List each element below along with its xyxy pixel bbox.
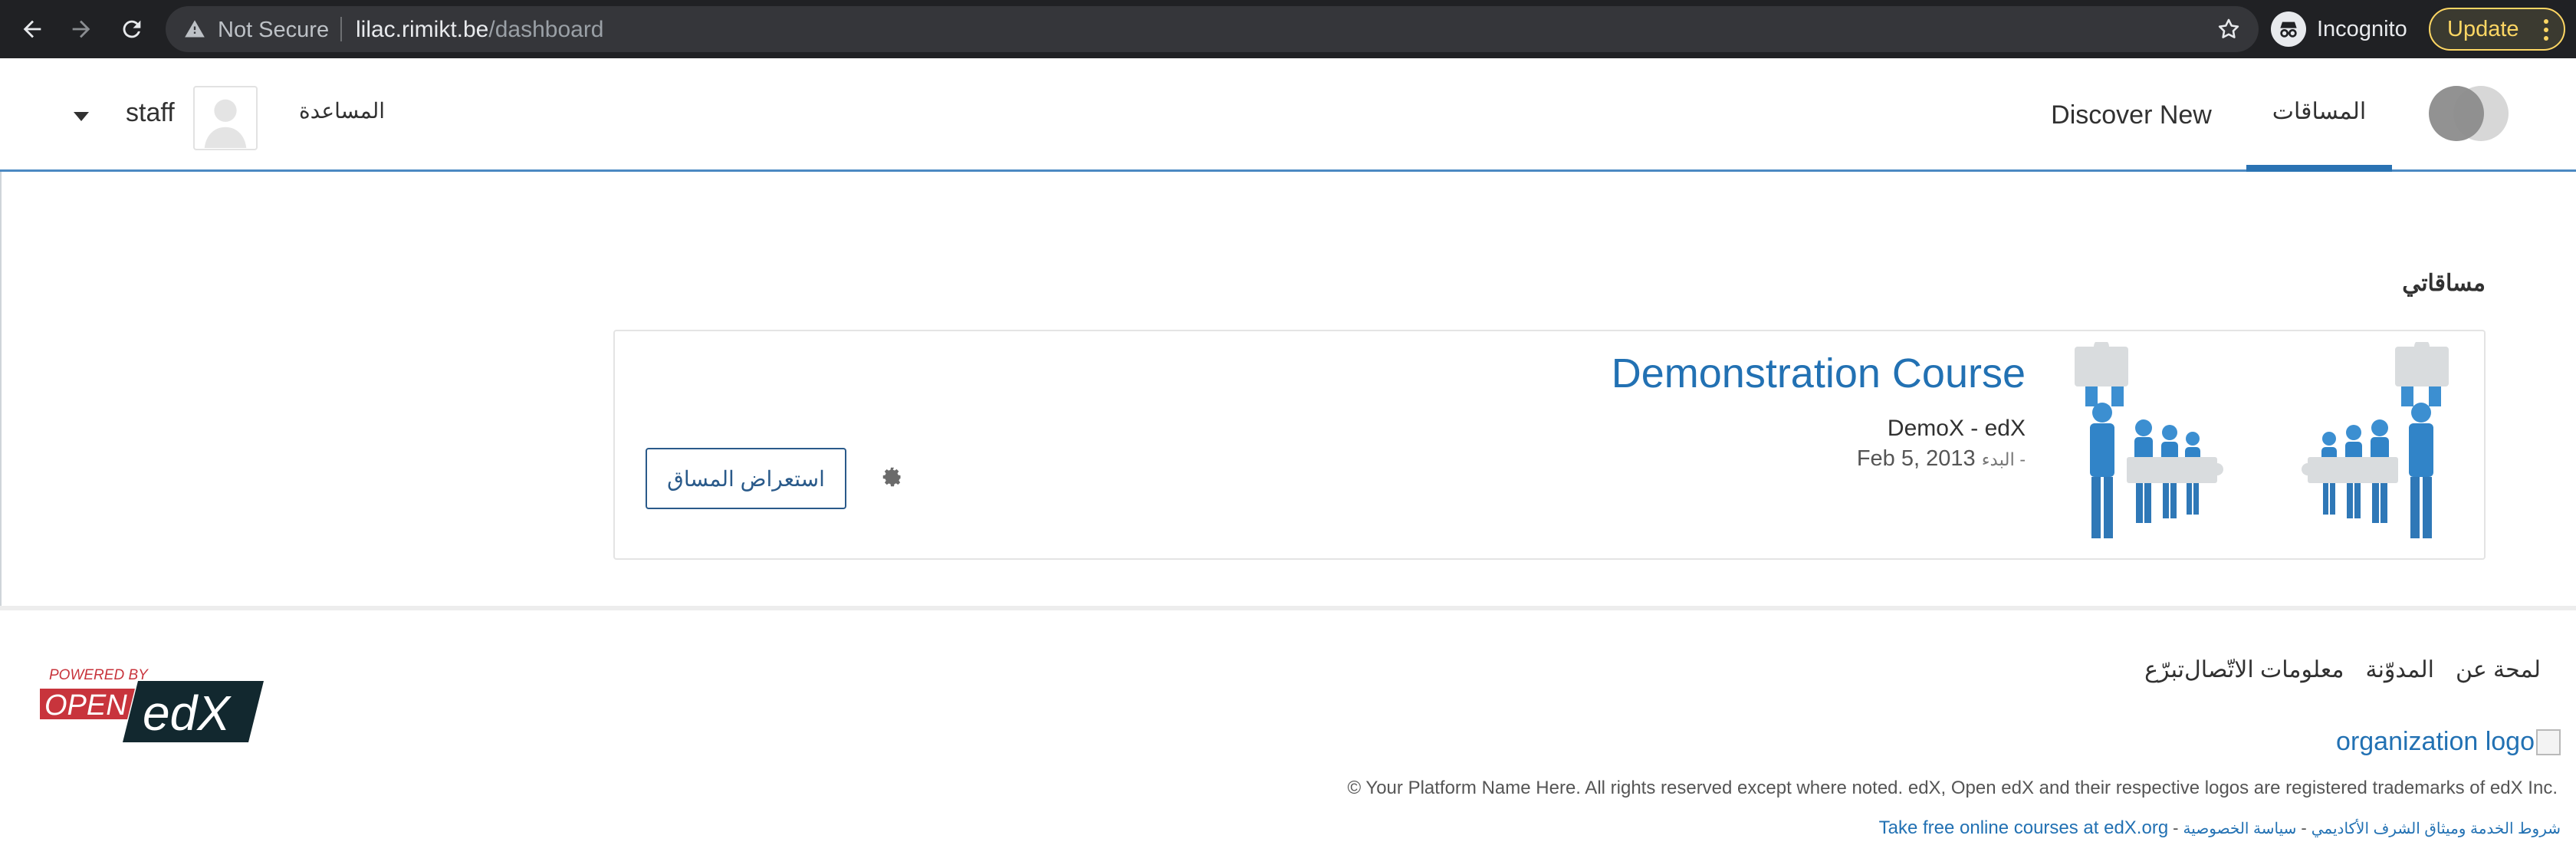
logo-circle-dark <box>2429 86 2484 141</box>
footer-link-donate[interactable]: تبرّع <box>2144 656 2184 683</box>
reload-button[interactable] <box>113 11 150 48</box>
footer-link-contact[interactable]: معلومات الاتّصال <box>2184 656 2344 683</box>
username[interactable]: staff <box>126 98 175 128</box>
powered-edx-text: edX <box>143 686 232 741</box>
section-title-my-courses: مساقاتي <box>2402 271 2486 296</box>
url-path: /dashboard <box>488 17 604 42</box>
footer-link-about[interactable]: لمحة عن <box>2456 656 2541 683</box>
site-logo[interactable] <box>2426 86 2510 141</box>
footer-link-blog[interactable]: المدوّنة <box>2365 656 2434 683</box>
terms-link[interactable]: شروط الخدمة وميثاق الشرف الأكاديمي <box>2312 819 2561 838</box>
broken-image-icon <box>2536 729 2561 755</box>
incognito-label: Incognito <box>2317 16 2407 41</box>
copyright-text: © Your Platform Name Here. All rights re… <box>1347 778 2558 798</box>
view-course-button[interactable]: استعراض المساق <box>646 448 846 509</box>
chevron-down-icon[interactable] <box>74 112 89 121</box>
course-card: Demonstration Course DemoX - edX Feb 5, … <box>613 330 2486 560</box>
forward-button[interactable] <box>63 11 100 48</box>
course-start-label: البدء - <box>1981 449 2026 469</box>
star-icon[interactable] <box>2216 16 2242 42</box>
url-host: lilac.rimikt.be <box>356 17 489 42</box>
avatar[interactable] <box>193 86 258 150</box>
site-header: المساقات Discover New المساعدة staff <box>0 58 2576 172</box>
course-start-date-value: Feb 5, 2013 <box>1856 446 1976 471</box>
powered-by-text: POWERED BY <box>49 667 149 683</box>
omnibox-divider <box>340 17 342 41</box>
reload-icon <box>123 20 141 38</box>
warning-icon <box>185 20 205 38</box>
update-label: Update <box>2447 16 2519 41</box>
incognito-indicator[interactable]: Incognito <box>2271 11 2407 48</box>
not-secure-label[interactable]: Not Secure <box>218 18 329 43</box>
organization-logo-alt: organization logo <box>2336 727 2535 756</box>
privacy-link[interactable]: سياسة الخصوصية <box>2183 819 2297 838</box>
update-button[interactable]: Update <box>2429 8 2565 51</box>
organization-logo[interactable]: organization logo <box>2336 727 2561 757</box>
course-title-link[interactable]: Demonstration Course <box>1612 350 2026 397</box>
user-avatar-icon <box>204 99 247 148</box>
forward-arrow-icon <box>72 20 90 38</box>
browser-toolbar: Not Secure lilac.rimikt.be/dashboard Inc… <box>0 0 2576 58</box>
footer-nav: لمحة عن المدوّنة معلومات الاتّصال تبرّع <box>2144 656 2541 683</box>
powered-by-open-edx-logo[interactable]: POWERED BY OPEN edX <box>40 664 267 748</box>
kebab-menu-icon <box>2544 19 2548 41</box>
legal-links: شروط الخدمة وميثاق الشرف الأكاديمي - سيا… <box>1879 817 2561 839</box>
url-text[interactable]: lilac.rimikt.be/dashboard <box>356 17 604 43</box>
help-link[interactable]: المساعدة <box>299 98 385 123</box>
tab-discover-new[interactable]: Discover New <box>2039 58 2223 172</box>
address-bar[interactable]: Not Secure lilac.rimikt.be/dashboard <box>166 6 2259 52</box>
back-arrow-icon <box>23 20 41 38</box>
site-footer: لمحة عن المدوّنة معلومات الاتّصال تبرّع … <box>0 606 2576 865</box>
legal-separator-2: - <box>2173 818 2179 837</box>
gear-icon[interactable] <box>882 466 903 488</box>
incognito-icon <box>2271 12 2306 47</box>
tab-courses[interactable]: المساقات <box>2246 58 2392 172</box>
course-start-date: Feb 5, 2013 البدء - <box>1857 446 2026 472</box>
back-button[interactable] <box>14 11 51 48</box>
powered-open-text: OPEN <box>44 689 127 722</box>
legal-separator-1: - <box>2301 818 2307 837</box>
edx-org-link[interactable]: Take free online courses at edX.org <box>1879 817 2169 839</box>
course-org-line: DemoX - edX <box>1887 416 2026 441</box>
course-image[interactable] <box>2058 342 2467 548</box>
